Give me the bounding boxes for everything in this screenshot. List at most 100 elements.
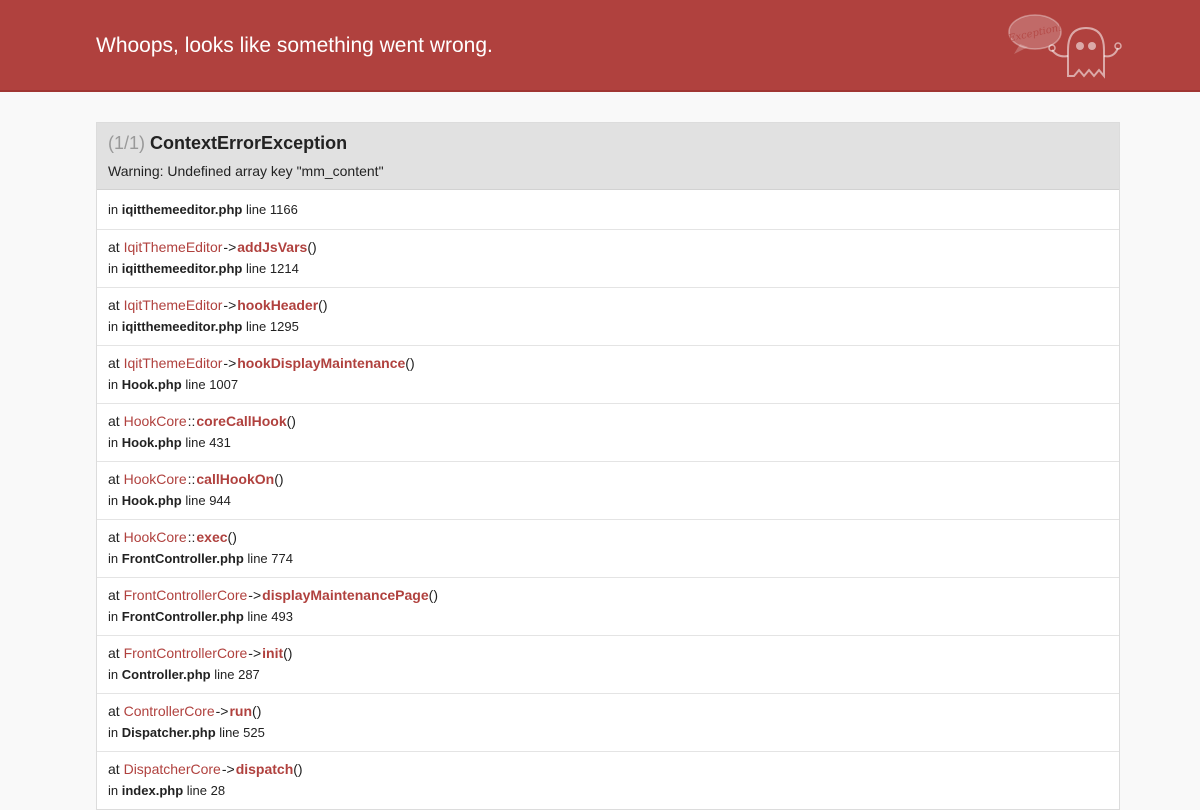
trace-line-number: 774 [271, 551, 293, 566]
trace-operator: -> [248, 645, 262, 661]
trace-parens: () [428, 587, 438, 603]
trace-parens: () [307, 239, 317, 255]
trace-function: init [262, 645, 284, 661]
trace-location: in index.php line 28 [108, 783, 225, 799]
trace-in-label: in [108, 667, 119, 682]
trace-parens: () [283, 645, 293, 661]
trace-operator: -> [248, 587, 262, 603]
trace-item: at ControllerCore->run() in Dispatcher.ph… [97, 693, 1119, 751]
trace-location: in Hook.php line 944 [108, 493, 231, 509]
trace-line-label: line [185, 377, 206, 392]
trace-parens: () [318, 297, 328, 313]
trace-line-number: 28 [210, 783, 226, 798]
trace-in-label: in [108, 725, 119, 740]
trace-line-label: line [219, 725, 240, 740]
trace-operator: :: [187, 471, 196, 487]
trace-location: in Dispatcher.php line 525 [108, 725, 265, 741]
trace-function: displayMaintenancePage [262, 587, 429, 603]
trace-line-label: line [247, 609, 268, 624]
trace-class: HookCore [123, 413, 187, 429]
exception-name: ContextErrorException [150, 133, 348, 153]
trace-location: in FrontController.php line 774 [108, 551, 293, 567]
trace-in-label: in [108, 319, 119, 334]
page-title: Whoops, looks like something went wrong. [96, 34, 493, 57]
trace-function: coreCallHook [196, 413, 287, 429]
trace-item: in iqitthemeeditor.php line 1166 [97, 190, 1119, 229]
trace-class: IqitThemeEditor [123, 355, 223, 371]
trace-at-label: at [108, 645, 120, 661]
trace-parens: () [274, 471, 284, 487]
trace-location: in Hook.php line 1007 [108, 377, 238, 393]
exception-header: (1/1) ContextErrorException Warning: Und… [97, 123, 1119, 190]
trace-line-number: 1166 [269, 202, 298, 217]
trace-class: DispatcherCore [123, 761, 221, 777]
trace-line-number: 944 [209, 493, 231, 508]
trace-operator: -> [215, 703, 229, 719]
trace-file: iqitthemeeditor.php [121, 261, 243, 276]
trace-at-label: at [108, 239, 120, 255]
trace-function: dispatch [235, 761, 294, 777]
trace-item: at HookCore::callHookOn()in Hook.php lin… [97, 461, 1119, 519]
trace-line-label: line [186, 783, 208, 798]
trace-at-label: at [108, 297, 120, 313]
trace-in-label: in [108, 783, 119, 798]
trace-line-number: 287 [238, 667, 260, 682]
trace-call: at HookCore::callHookOn() [108, 470, 284, 488]
trace-line-label: line [214, 667, 235, 682]
trace-call: at IqitThemeEditor->addJsVars() [108, 238, 317, 256]
trace-function: hookHeader [237, 297, 319, 313]
trace-line-label: line [185, 493, 206, 508]
trace-item: at FrontControllerCore->init() in Control… [97, 635, 1119, 693]
trace-item: at FrontControllerCore->displayMaintenan… [97, 577, 1119, 635]
trace-in-label: in [108, 377, 119, 392]
trace-file: Hook.php [121, 377, 182, 392]
trace-function: exec [196, 529, 228, 545]
trace-operator: -> [223, 239, 237, 255]
exception-message: Warning: Undefined array key "mm_content… [108, 163, 384, 179]
trace-file: Dispatcher.php [121, 725, 216, 740]
trace-in-label: in [108, 493, 119, 508]
trace-location: in Hook.php line 431 [108, 435, 231, 451]
trace-operator: -> [221, 761, 235, 777]
trace-at-label: at [108, 529, 120, 545]
stack-trace: in iqitthemeeditor.php line 1166 at IqitT… [97, 190, 1119, 809]
trace-at-label: at [108, 761, 120, 777]
trace-at-label: at [108, 587, 120, 603]
trace-at-label: at [108, 413, 120, 429]
trace-parens: () [252, 703, 262, 719]
trace-function: run [229, 703, 253, 719]
trace-file: index.php [121, 783, 184, 798]
trace-file: FrontController.php [121, 551, 244, 566]
trace-call: at FrontControllerCore->init() [108, 644, 292, 662]
trace-call: at HookCore::coreCallHook() [108, 412, 296, 430]
trace-class: IqitThemeEditor [123, 297, 223, 313]
trace-location: in FrontController.php line 493 [108, 609, 293, 625]
trace-location: in iqitthemeeditor.php line 1295 [108, 319, 299, 335]
trace-at-label: at [108, 471, 120, 487]
trace-in-label: in [108, 551, 119, 566]
trace-call: at HookCore::exec() [108, 528, 237, 546]
trace-location: in Controller.php line 287 [108, 667, 260, 683]
trace-function: hookDisplayMaintenance [237, 355, 406, 371]
trace-in-label: in [108, 261, 119, 276]
trace-call: at ControllerCore->run() [108, 702, 261, 720]
exception-ghost-icon: Exception! [1007, 14, 1122, 79]
trace-item: at DispatcherCore->dispatch() in index.ph… [97, 751, 1119, 809]
trace-call: at IqitThemeEditor->hookHeader() [108, 296, 328, 314]
trace-call: at FrontControllerCore->displayMaintenan… [108, 586, 438, 604]
trace-line-label: line [246, 261, 267, 276]
trace-parens: () [286, 413, 296, 429]
trace-file: Controller.php [121, 667, 211, 682]
trace-parens: () [227, 529, 237, 545]
trace-class: HookCore [123, 529, 187, 545]
trace-class: ControllerCore [123, 703, 215, 719]
trace-line-number: 1295 [269, 319, 299, 334]
trace-line-number: 1214 [269, 261, 299, 276]
trace-call: at DispatcherCore->dispatch() [108, 760, 303, 778]
trace-file: iqitthemeeditor.php [121, 202, 243, 217]
trace-item: at IqitThemeEditor->hookDisplayMaintenan… [97, 345, 1119, 403]
exception-panel: (1/1) ContextErrorException Warning: Und… [96, 122, 1120, 810]
trace-class: FrontControllerCore [123, 645, 248, 661]
trace-class: FrontControllerCore [123, 587, 248, 603]
trace-at-label: at [108, 355, 120, 371]
